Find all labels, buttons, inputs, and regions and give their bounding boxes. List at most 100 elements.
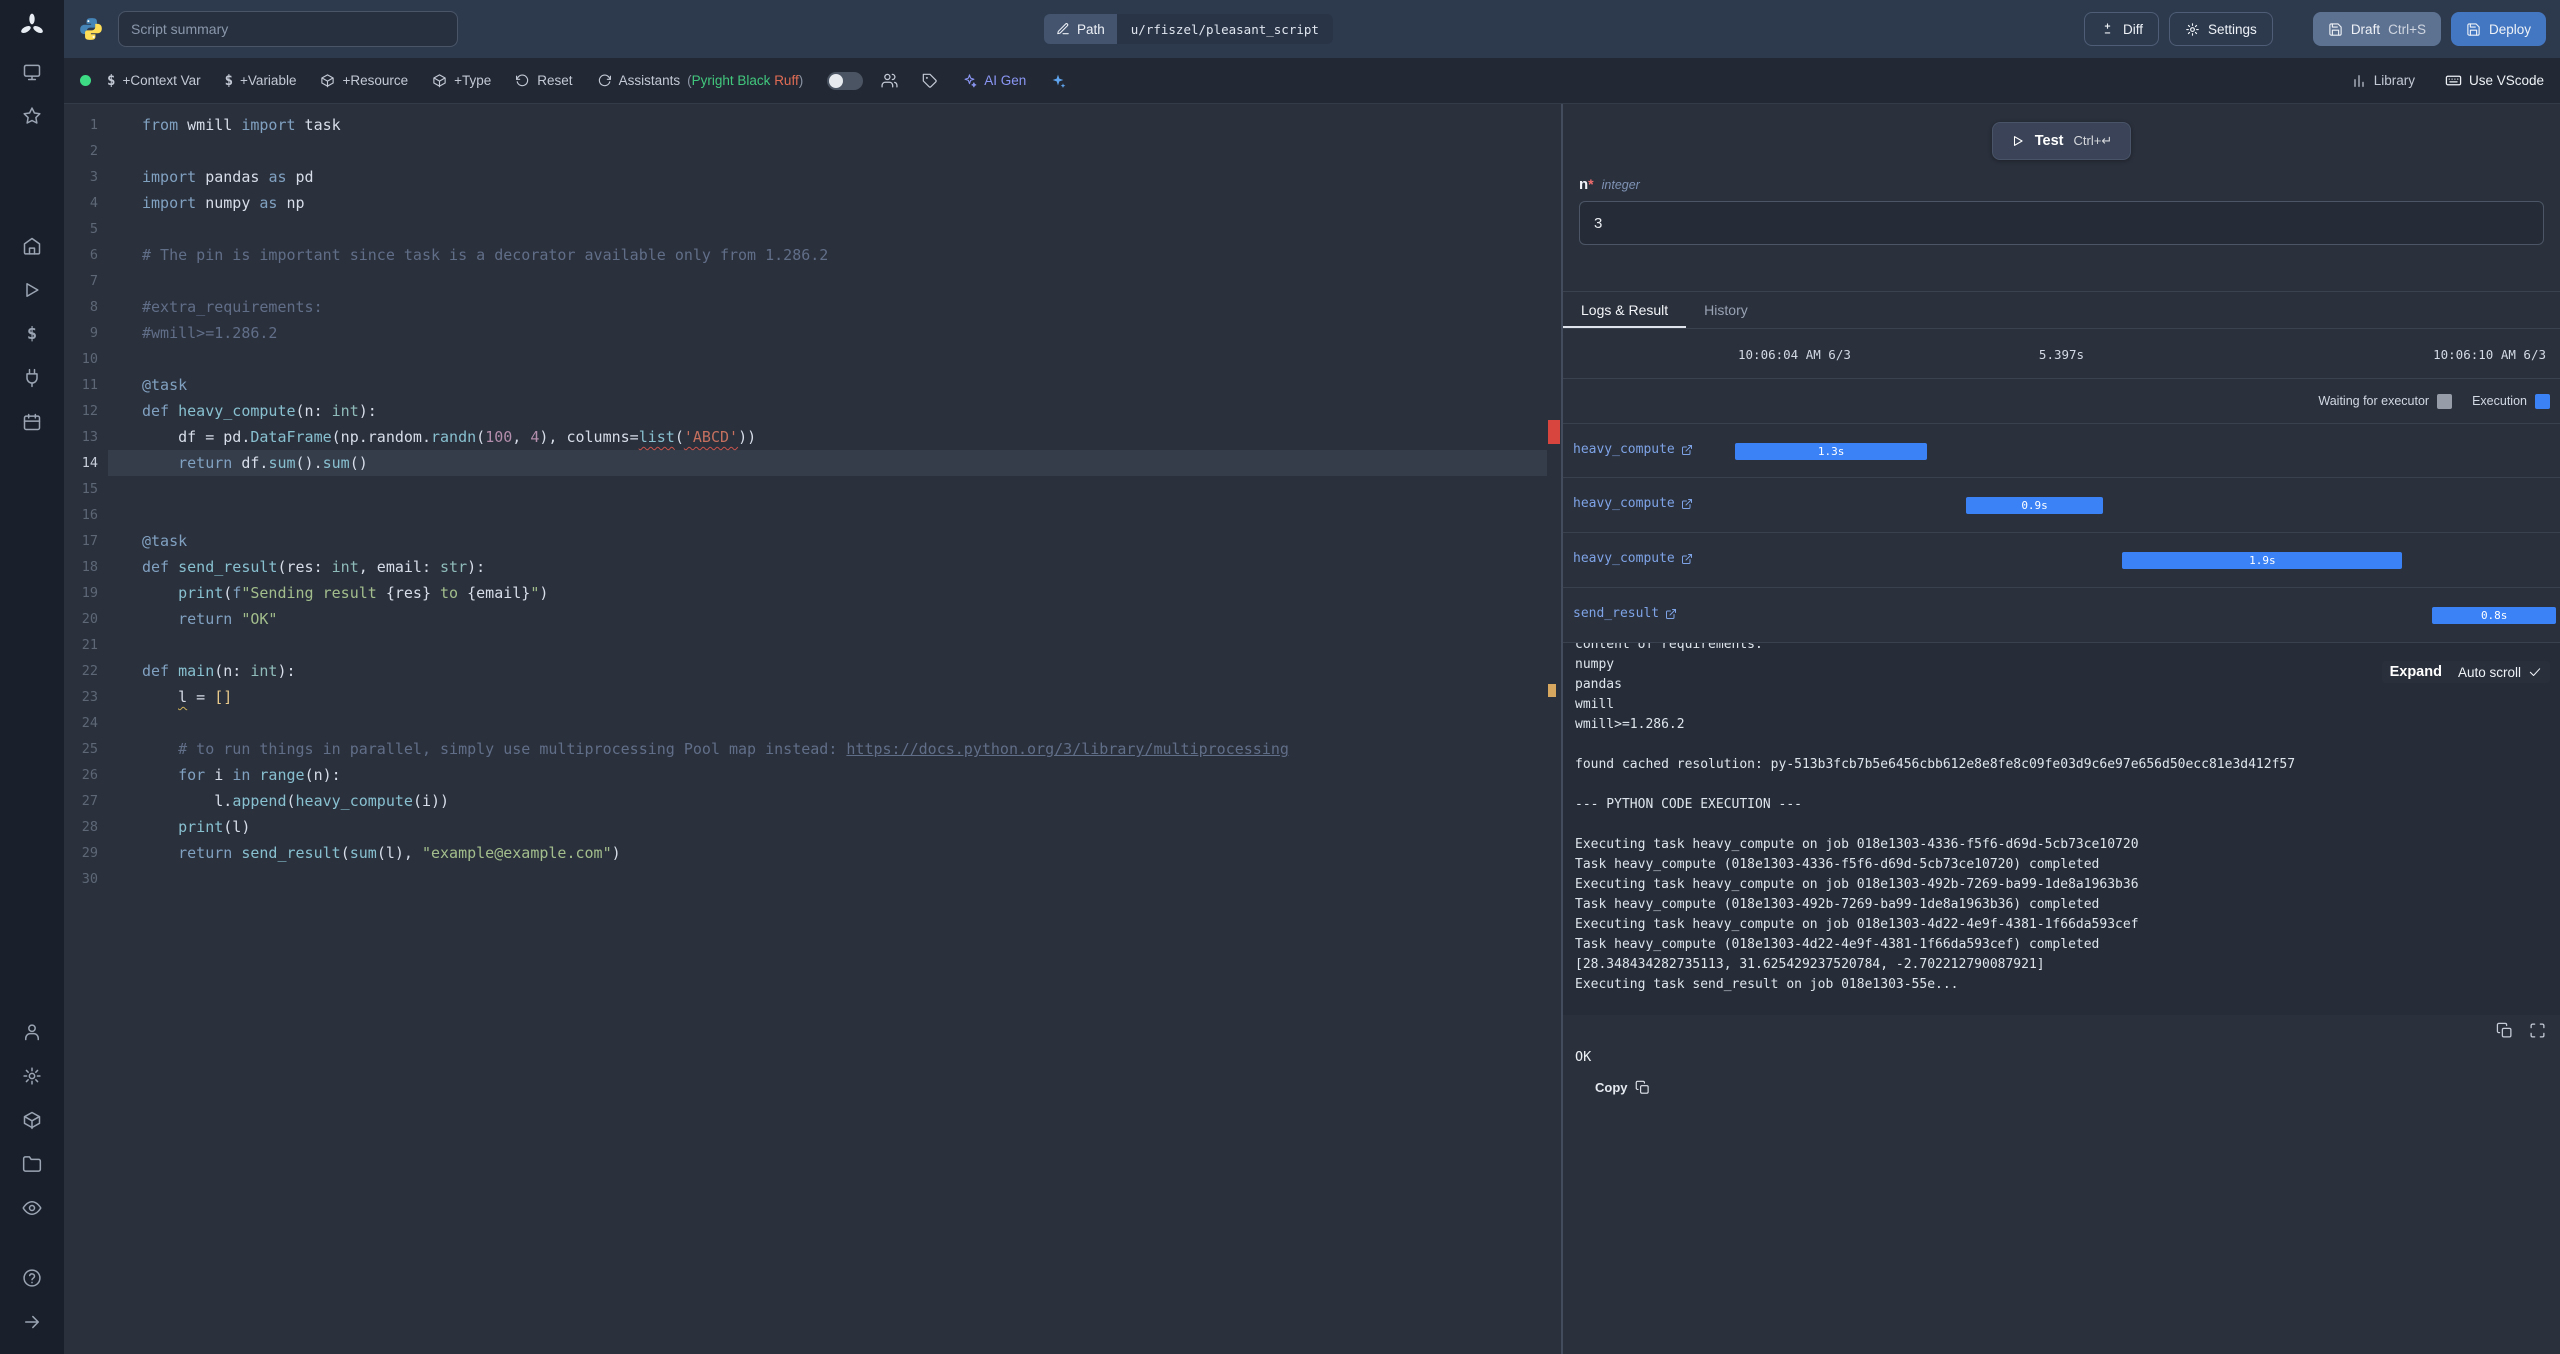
code-line[interactable]: print(l): [108, 814, 1547, 840]
gear-icon: [2186, 22, 2199, 36]
log-area[interactable]: content of requirements: numpy pandas wm…: [1563, 643, 2560, 1015]
task-link[interactable]: heavy_compute: [1573, 551, 1693, 566]
code-line[interactable]: return send_result(sum(l), "example@exam…: [108, 840, 1547, 866]
code-line[interactable]: [108, 346, 1547, 372]
execution-bar[interactable]: 0.9s: [1965, 497, 2104, 514]
script-path[interactable]: Path u/rfiszel/pleasant_script: [1044, 14, 1333, 44]
overview-ruler[interactable]: [1547, 104, 1561, 1354]
schedules-calendar-icon[interactable]: [12, 402, 52, 442]
code-line[interactable]: import numpy as np: [108, 190, 1547, 216]
ai-sparkles-icon[interactable]: [1050, 73, 1066, 89]
apps-icon[interactable]: [12, 52, 52, 92]
code-token: (: [476, 428, 486, 446]
execution-bar[interactable]: 1.3s: [1735, 443, 1927, 460]
workspace-settings-gear-icon[interactable]: [12, 1056, 52, 1096]
audit-logs-eye-icon[interactable]: [12, 1188, 52, 1228]
code-editor[interactable]: 1 2 3 4 5 6 7 8 9 10 11 12 13 14 15 16 17 18 19 20 21 22 23 24 2…: [64, 104, 1561, 1354]
code-line[interactable]: @task: [108, 372, 1547, 398]
folders-icon[interactable]: [12, 1144, 52, 1184]
add-context-var-button[interactable]: $ +Context Var: [107, 73, 201, 88]
code-token: ,: [512, 428, 531, 446]
expand-logs-button[interactable]: Expand: [2390, 664, 2442, 680]
script-summary-input[interactable]: [118, 11, 458, 47]
copy-result-button[interactable]: Copy: [1587, 1075, 1658, 1100]
code-line[interactable]: #extra_requirements:: [108, 294, 1547, 320]
code-line[interactable]: [108, 866, 1547, 892]
settings-label: Settings: [2208, 21, 2257, 37]
task-link[interactable]: heavy_compute: [1573, 442, 1693, 457]
code-line[interactable]: l = []: [108, 684, 1547, 710]
code-line[interactable]: [108, 268, 1547, 294]
code-line[interactable]: [108, 138, 1547, 164]
code-line[interactable]: def heavy_compute(n: int):: [108, 398, 1547, 424]
runs-play-icon[interactable]: [12, 270, 52, 310]
home-icon[interactable]: [12, 226, 52, 266]
fullscreen-logs-icon[interactable]: [2529, 1022, 2546, 1039]
code-token: df.: [232, 454, 269, 472]
use-vscode-button[interactable]: Use VScode: [2445, 72, 2544, 89]
gantt-row: heavy_compute 1.3s: [1563, 423, 2560, 478]
reset-button[interactable]: Reset: [515, 73, 573, 88]
code-line[interactable]: # The pin is important since task is a d…: [108, 242, 1547, 268]
autoscroll-toggle[interactable]: Auto scroll: [2458, 665, 2542, 680]
code-line[interactable]: def main(n: int):: [108, 658, 1547, 684]
code-line[interactable]: [108, 476, 1547, 502]
code-line[interactable]: [108, 632, 1547, 658]
code-line[interactable]: print(f"Sending result {res} to {email}"…: [108, 580, 1547, 606]
resources-plug-icon[interactable]: [12, 358, 52, 398]
code-token: "OK": [241, 610, 278, 628]
code-line[interactable]: #wmill>=1.286.2: [108, 320, 1547, 346]
library-button[interactable]: Library: [2351, 73, 2415, 89]
code-line[interactable]: for i in range(n):: [108, 762, 1547, 788]
execution-bar[interactable]: 1.9s: [2122, 552, 2403, 569]
ai-gen-button[interactable]: AI Gen: [962, 73, 1026, 88]
task-link[interactable]: send_result: [1573, 606, 1677, 621]
run-end-time: 10:06:10 AM 6/3: [2433, 347, 2546, 362]
code-line[interactable]: @task: [108, 528, 1547, 554]
workers-package-icon[interactable]: [12, 1100, 52, 1140]
code-line[interactable]: # to run things in parallel, simply use …: [108, 736, 1547, 762]
arg-n-input[interactable]: [1579, 201, 2544, 245]
code-line[interactable]: df = pd.DataFrame(np.random.randn(100, 4…: [108, 424, 1547, 450]
line-number: 25: [81, 741, 98, 757]
user-icon[interactable]: [12, 1012, 52, 1052]
code-token: numpy: [196, 194, 260, 212]
paren: ): [798, 73, 804, 88]
add-type-button[interactable]: +Type: [432, 73, 491, 88]
draft-button[interactable]: Draft Ctrl+S: [2312, 12, 2441, 46]
help-icon[interactable]: [12, 1258, 52, 1298]
variables-dollar-icon[interactable]: $: [12, 314, 52, 354]
code-token: (res:: [277, 558, 332, 576]
copy-logs-icon[interactable]: [2496, 1022, 2513, 1039]
tag-icon[interactable]: [922, 73, 938, 89]
test-button[interactable]: Test Ctrl+↵: [1991, 122, 2132, 160]
deploy-button[interactable]: Deploy: [2450, 12, 2546, 46]
path-value: u/rfiszel/pleasant_script: [1116, 14, 1333, 44]
code-line[interactable]: [108, 216, 1547, 242]
settings-button[interactable]: Settings: [2169, 12, 2273, 46]
assistants-button[interactable]: Assistants (Pyright Black Ruff): [597, 73, 804, 88]
tab-history[interactable]: History: [1686, 292, 1766, 328]
add-variable-button[interactable]: $ +Variable: [225, 73, 297, 88]
code-token: int: [250, 662, 278, 680]
code-line[interactable]: [108, 710, 1547, 736]
code-line[interactable]: [108, 502, 1547, 528]
tab-logs-and-result[interactable]: Logs & Result: [1563, 292, 1686, 328]
multiplayer-users-icon[interactable]: [881, 72, 898, 89]
code-line[interactable]: from wmill import task: [108, 112, 1547, 138]
collapse-sidebar-arrow-icon[interactable]: [12, 1302, 52, 1342]
code-line[interactable]: import pandas as pd: [108, 164, 1547, 190]
windmill-logo[interactable]: [18, 12, 46, 40]
diff-mode-toggle[interactable]: [827, 71, 864, 90]
diff-button[interactable]: Diff: [2084, 12, 2160, 46]
external-link-icon: [1681, 444, 1692, 455]
favorites-star-icon[interactable]: [12, 96, 52, 136]
task-link[interactable]: heavy_compute: [1573, 496, 1693, 511]
execution-bar[interactable]: 0.8s: [2432, 607, 2556, 624]
code-line[interactable]: return df.sum().sum(): [108, 450, 1547, 476]
code-line[interactable]: return "OK": [108, 606, 1547, 632]
add-resource-button[interactable]: +Resource: [320, 73, 408, 88]
code-line[interactable]: l.append(heavy_compute(i)): [108, 788, 1547, 814]
code-line[interactable]: def send_result(res: int, email: str):: [108, 554, 1547, 580]
